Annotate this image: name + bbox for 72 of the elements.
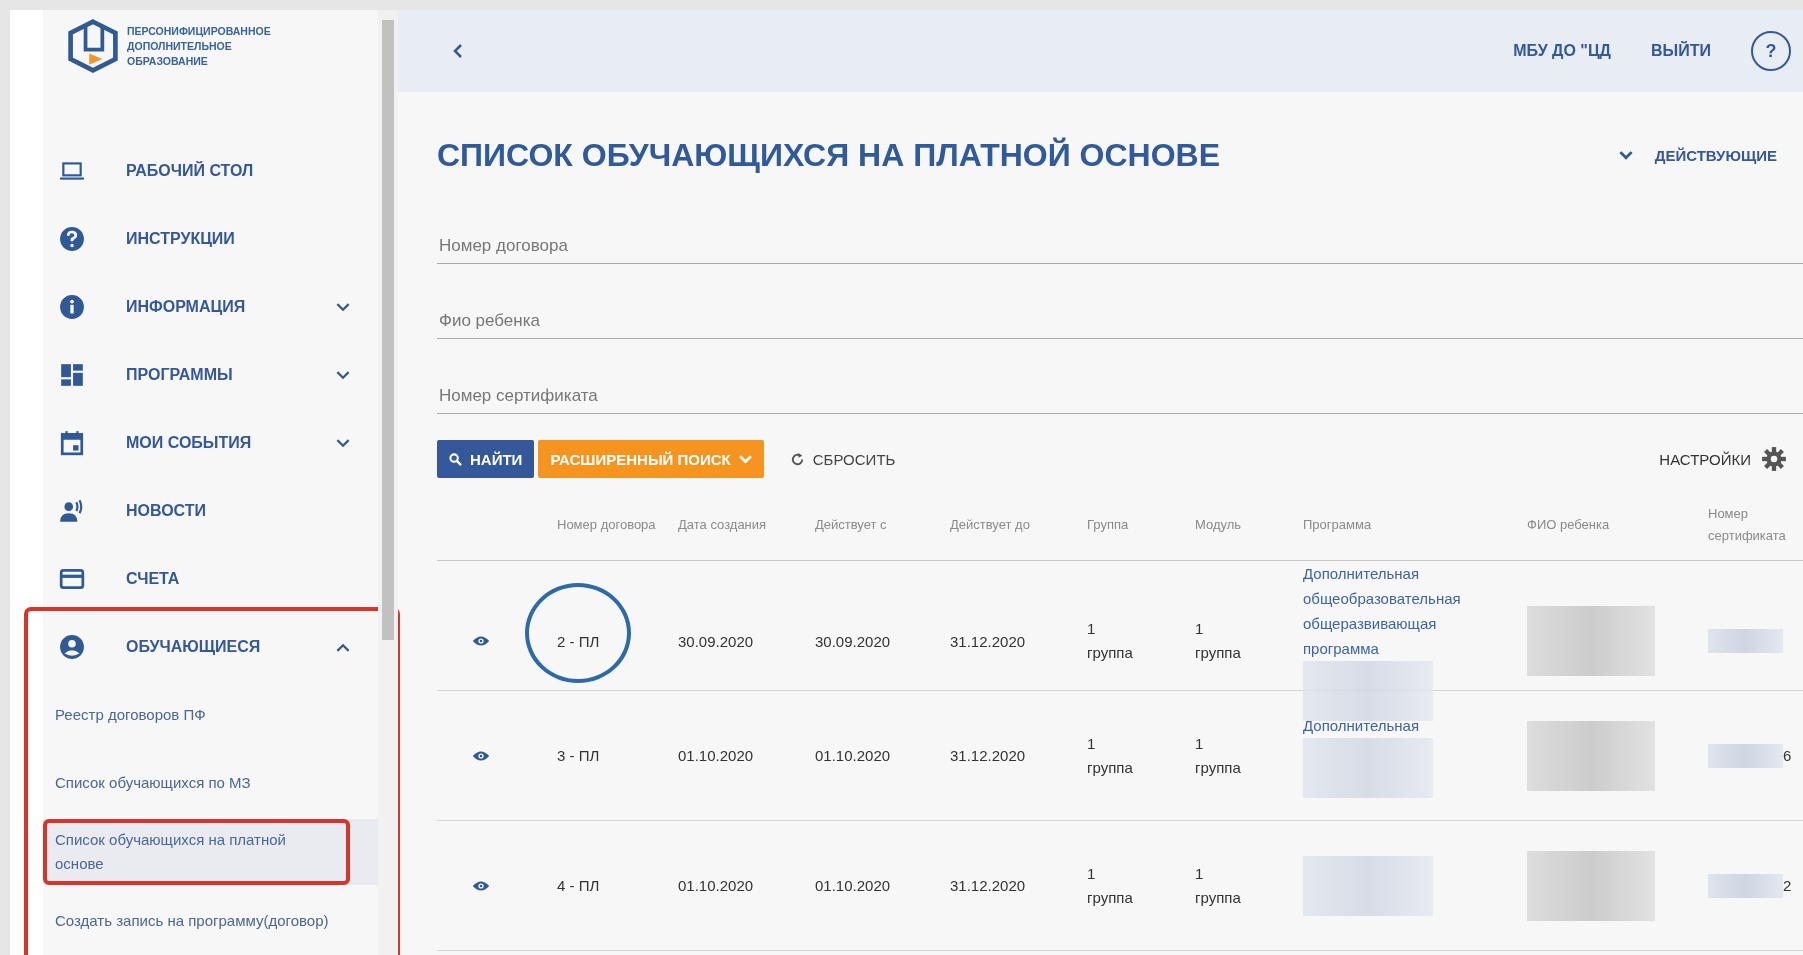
column-header: Действует с [815,516,888,534]
eye-icon[interactable] [472,749,490,762]
table-cell: 01.10.2020 [678,747,754,764]
person-icon [59,634,85,660]
page-title: СПИСОК ОБУЧАЮЩИХСЯ НА ПЛАТНОЙ ОСНОВЕ [437,136,1222,174]
settings-button[interactable]: НАСТРОЙКИ [1653,445,1793,473]
table-cell: 01.10.2020 [815,747,891,764]
submenu-item[interactable]: Список обучающихся по МЗ [43,749,378,817]
nav-item[interactable]: ИНФОРМАЦИЯ [43,273,378,341]
logout-link[interactable]: ВЫЙТИ [1651,42,1711,60]
column-header: ФИО ребенка [1527,516,1611,534]
table-cell: 6 [1783,747,1792,764]
column-header: Действует до [950,516,1031,534]
settings-icon [1761,446,1787,472]
reset-button[interactable]: СБРОСИТЬ [777,440,908,478]
status-filter-dropdown[interactable]: ДЕЙСТВУЮЩИЕ [1612,145,1783,165]
nav-item[interactable]: ОБУЧАЮЩИЕСЯ [43,613,378,681]
table-cell: 4 - ПЛ [557,877,600,894]
submenu-item[interactable]: Реестр договоров ПФ [43,681,378,749]
table-cell: 2 - ПЛ [557,632,600,650]
program-link[interactable]: Дополнительная общеобразовательная общеразвивающая программа [1303,561,1483,661]
input-field[interactable]: Номер сертификата [437,368,1803,414]
back-chevron-icon[interactable] [453,44,463,58]
table-cell-text: 1 группа [1087,733,1134,778]
nav-item[interactable]: РАБОЧИЙ СТОЛ [43,137,378,205]
nav-item[interactable]: СЧЕТА [43,545,378,613]
program-link[interactable]: Дополнительная [1303,713,1483,738]
card-icon [59,566,85,592]
eye-icon[interactable] [472,635,490,647]
search-button[interactable]: НАЙТИ [437,440,535,478]
calendar-icon [59,430,85,456]
scrollbar[interactable] [378,10,398,955]
chevron-down-icon [738,454,752,464]
column-header: Номер договора [557,516,657,534]
nav-item[interactable]: ПРОГРАММЫ [43,341,378,409]
table-cell-text: 1 группа [1087,863,1134,908]
nav-item[interactable]: НОВОСТИ [43,477,378,545]
table-cell: 31.12.2020 [950,632,1026,650]
table-cell: 2 [1783,877,1792,894]
chevron-down-icon [1618,150,1633,160]
column-header: Модуль [1195,516,1243,534]
cube-logo-icon [65,18,121,74]
help-button[interactable]: ? [1751,31,1791,71]
column-header: Дата создания [678,516,768,534]
dashboard-icon [59,362,85,388]
refresh-icon [789,451,805,467]
table-cell: 01.10.2020 [678,877,754,894]
table-cell: 30.09.2020 [678,632,754,650]
eye-icon[interactable] [472,879,490,892]
column-header: Программа [1303,516,1373,534]
table-cell-text: 1 группа [1195,619,1242,663]
nav-item[interactable]: МОИ СОБЫТИЯ [43,409,378,477]
table-cell-text: 1 группа [1195,863,1242,908]
table-cell-text: 1 группа [1195,733,1242,778]
table-cell-text: 1 группа [1087,619,1134,663]
input-field[interactable]: Фио ребенка [437,293,1803,339]
table-cell: 30.09.2020 [815,632,891,650]
table-cell: 31.12.2020 [950,877,1026,894]
nav-item[interactable]: ИНСТРУКЦИИ [43,205,378,273]
search-icon [449,452,462,466]
info-icon [59,294,85,320]
table-cell: 3 - ПЛ [557,747,600,764]
submenu-item[interactable]: Создать запись на программу(договор) [43,887,378,955]
organization-link[interactable]: МБУ ДО "ЦД [1513,42,1611,60]
table-cell: 31.12.2020 [950,747,1026,764]
column-header: Группа [1087,516,1130,534]
input-field[interactable]: Номер договора [437,218,1803,264]
column-header: Номер сертификата [1708,505,1787,545]
logo-text: ПЕРСОНИФИЦИРОВАННОЕ ДОПОЛНИТЕЛЬНОЕ ОБРАЗОВАНИЕ [127,24,271,69]
table-cell: 01.10.2020 [815,877,891,894]
speaker-icon [59,498,85,524]
help-icon [59,226,85,252]
